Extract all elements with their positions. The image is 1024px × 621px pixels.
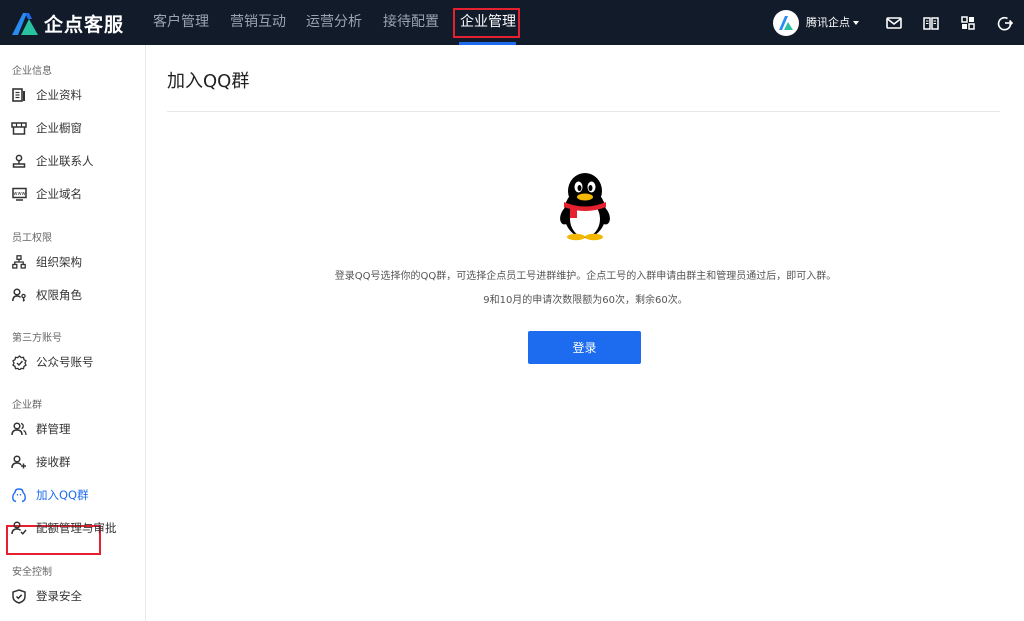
sidebar-item-label: 组织架构 — [36, 255, 82, 269]
sidebar-item-quota-approval[interactable]: 配额管理与审批 — [8, 515, 140, 541]
sidebar-item-join-qq-group[interactable]: 加入QQ群 — [8, 482, 140, 508]
sidebar-item-login-security[interactable]: 登录安全 — [8, 583, 140, 609]
nav-customer-management[interactable]: 客户管理 — [153, 0, 209, 45]
sidebar-item-official-account[interactable]: 公众号账号 — [8, 349, 140, 375]
contact-icon — [12, 154, 26, 168]
sidebar-item-enterprise-contact[interactable]: 企业联系人 — [8, 148, 140, 174]
org-chart-icon — [12, 255, 26, 269]
nav-operations-analysis[interactable]: 运营分析 — [306, 0, 362, 45]
sidebar-item-group-management[interactable]: 群管理 — [8, 416, 140, 442]
domain-icon: www — [11, 187, 27, 201]
quota-note: 9和10月的申请次数限额为60次，剩余60次。 — [483, 295, 688, 306]
group-icon — [11, 422, 27, 436]
group-title-security-control: 安全控制 — [12, 567, 52, 578]
sidebar-item-label: 企业联系人 — [36, 154, 94, 168]
sidebar-item-enterprise-profile[interactable]: 企业资料 — [8, 82, 140, 108]
sidebar-item-label: 群管理 — [36, 422, 71, 436]
official-account-icon — [11, 354, 27, 370]
login-button[interactable]: 登录 — [528, 331, 641, 364]
group-title-third-party: 第三方账号 — [12, 333, 62, 344]
sidebar-item-label: 配额管理与审批 — [36, 521, 117, 535]
qq-penguin-icon — [560, 173, 610, 241]
description-text: 登录QQ号选择你的QQ群，可选择企点员工号进群维护。企点工号的入群申请由群主和管… — [334, 271, 837, 282]
avatar-logo-icon — [779, 16, 793, 30]
brand-logo[interactable]: 企点客服 — [12, 10, 124, 36]
group-title-enterprise-info: 企业信息 — [12, 66, 52, 77]
group-add-icon — [11, 455, 26, 469]
title-divider — [167, 111, 1000, 112]
sidebar-item-label: 企业资料 — [36, 88, 82, 102]
shield-icon — [12, 588, 26, 604]
company-name: 腾讯企点 — [806, 16, 850, 29]
sidebar-item-label: 权限角色 — [36, 288, 82, 302]
group-title-enterprise-group: 企业群 — [12, 400, 42, 411]
nav-marketing-interaction[interactable]: 营销互动 — [230, 0, 286, 45]
brand-name: 企点客服 — [44, 13, 125, 36]
quota-icon — [11, 521, 27, 535]
svg-text:www: www — [13, 191, 25, 197]
mail-icon[interactable] — [885, 14, 903, 32]
book-icon[interactable] — [922, 14, 940, 32]
qq-icon — [12, 487, 26, 502]
company-avatar[interactable] — [773, 10, 799, 36]
role-icon — [11, 288, 26, 302]
main-content: 加入QQ群 登录QQ号选择你的QQ群，可选择企点员工号进群维护。企点工号的入群申… — [147, 45, 1024, 621]
logo-icon — [12, 13, 38, 35]
sidebar-item-label: 接收群 — [36, 455, 71, 469]
top-navigation-bar: 企点客服 客户管理 营销互动 运营分析 接待配置 企业管理 腾讯企点 — [0, 0, 1024, 45]
sidebar: 企业信息 企业资料 企业橱窗 企业联系人 www 企业域名 员工权限 组织架构 … — [0, 45, 146, 621]
group-title-staff-permissions: 员工权限 — [12, 233, 52, 244]
company-switcher[interactable]: 腾讯企点 — [806, 0, 859, 45]
sidebar-item-org-structure[interactable]: 组织架构 — [8, 249, 140, 275]
sidebar-item-label: 公众号账号 — [36, 355, 94, 369]
sidebar-item-label: 企业域名 — [36, 187, 82, 201]
sidebar-item-enterprise-showcase[interactable]: 企业橱窗 — [8, 115, 140, 141]
sidebar-item-label: 加入QQ群 — [36, 488, 89, 502]
nav-reception-config[interactable]: 接待配置 — [383, 0, 439, 45]
nav-highlight-box — [453, 8, 520, 38]
document-icon — [12, 88, 25, 102]
caret-down-icon — [853, 21, 859, 25]
apps-icon[interactable] — [959, 14, 977, 32]
sidebar-item-receive-group[interactable]: 接收群 — [8, 449, 140, 475]
storefront-icon — [11, 122, 27, 135]
sidebar-item-enterprise-domain[interactable]: www 企业域名 — [8, 181, 140, 207]
sidebar-item-label: 企业橱窗 — [36, 121, 82, 135]
sidebar-item-label: 登录安全 — [36, 589, 82, 603]
logout-icon[interactable] — [996, 14, 1014, 32]
page-title: 加入QQ群 — [167, 71, 250, 92]
sidebar-item-permission-roles[interactable]: 权限角色 — [8, 282, 140, 308]
